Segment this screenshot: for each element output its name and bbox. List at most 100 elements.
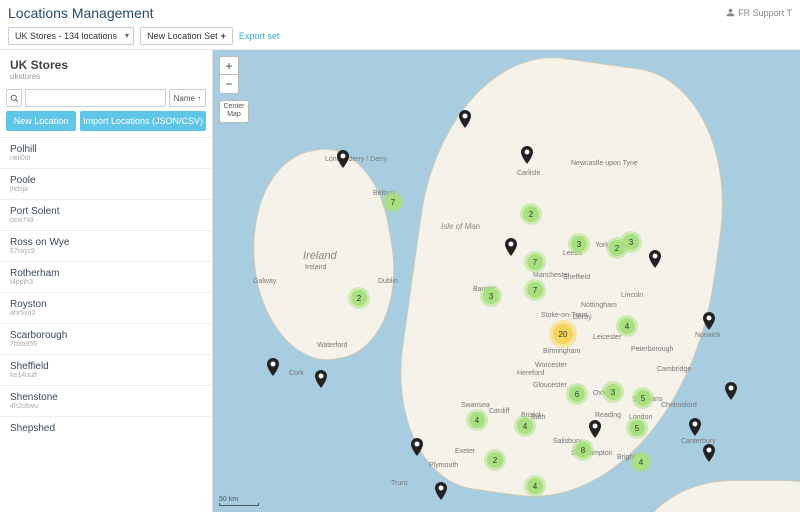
list-item[interactable]: Polhillneli0dr — [0, 137, 212, 168]
sidebar-header: UK Stores ukstores — [0, 50, 212, 85]
map-label: Cardiff — [489, 408, 510, 415]
arrow-up-icon: ↑ — [197, 94, 201, 103]
map-pin[interactable] — [703, 444, 715, 462]
map-pin[interactable] — [315, 370, 327, 388]
map-cluster[interactable]: 20 — [553, 324, 573, 344]
map-cluster[interactable]: 6 — [569, 386, 585, 402]
map-cluster[interactable]: 3 — [483, 288, 499, 304]
map-cluster[interactable]: 3 — [605, 384, 621, 400]
location-name: Polhill — [10, 144, 202, 155]
map-cluster[interactable]: 4 — [469, 412, 485, 428]
map-label: Londonderry / Derry — [325, 156, 387, 163]
set-title: UK Stores — [10, 58, 202, 72]
list-item[interactable]: Rotherhamt4ppih3 — [0, 261, 212, 292]
map-pin[interactable] — [505, 238, 517, 256]
map-label: Plymouth — [429, 462, 458, 469]
map-cluster[interactable]: 8 — [575, 442, 591, 458]
location-name: Rotherham — [10, 268, 202, 279]
location-set-dropdown[interactable]: UK Stores - 134 locations — [8, 27, 134, 45]
user-badge[interactable]: FR Support T — [726, 8, 792, 19]
map-label: Carlisle — [517, 170, 540, 177]
map-pin[interactable] — [267, 358, 279, 376]
map-cluster[interactable]: 4 — [619, 318, 635, 334]
list-item[interactable]: Shenstone4h2c6wu — [0, 385, 212, 416]
map-pin[interactable] — [435, 482, 447, 500]
map-label: Dublin — [378, 278, 398, 285]
map-label: Lincoln — [621, 292, 643, 299]
export-set-link[interactable]: Export set — [239, 31, 280, 41]
location-id: t4ppih3 — [10, 279, 202, 286]
map-label: Ireland — [305, 264, 326, 271]
list-item[interactable]: Poolejtidsja — [0, 168, 212, 199]
map-pin[interactable] — [411, 438, 423, 456]
new-location-button[interactable]: New Location — [6, 111, 76, 131]
location-id: ahr5xn0 — [10, 310, 202, 317]
map-pin[interactable] — [521, 146, 533, 164]
map-pin[interactable] — [689, 418, 701, 436]
map-pin[interactable] — [459, 110, 471, 128]
map-cluster[interactable]: 3 — [571, 236, 587, 252]
map-cluster[interactable]: 5 — [629, 420, 645, 436]
page-title: Locations Management — [8, 5, 154, 21]
search-bar: Name ↑ — [0, 85, 212, 111]
list-item[interactable]: Roystonahr5xn0 — [0, 292, 212, 323]
map-pin[interactable] — [725, 382, 737, 400]
list-item[interactable]: Ross on Wye57rayc9 — [0, 230, 212, 261]
location-id: jtidsja — [10, 186, 202, 193]
map-pin[interactable] — [649, 250, 661, 268]
location-id: 7bxb955 — [10, 341, 202, 348]
map-cluster[interactable]: 2 — [487, 452, 503, 468]
map-cluster[interactable]: 4 — [517, 418, 533, 434]
map-cluster[interactable]: 4 — [527, 478, 543, 494]
map[interactable]: Ireland Ireland Dublin Isle of Man Manch… — [213, 50, 800, 512]
location-id: 57rayc9 — [10, 248, 202, 255]
map-pin[interactable] — [589, 420, 601, 438]
map-cluster[interactable]: 5 — [635, 390, 651, 406]
map-cluster[interactable]: 4 — [633, 454, 649, 470]
location-name: Shenstone — [10, 392, 202, 403]
map-pin[interactable] — [337, 150, 349, 168]
map-cluster[interactable]: 7 — [527, 254, 543, 270]
zoom-out-button[interactable]: − — [220, 75, 238, 93]
map-label: Hereford — [517, 370, 544, 377]
location-list[interactable]: Polhillneli0drPoolejtidsjaPort Solentocx… — [0, 137, 212, 512]
landmass-france — [633, 480, 800, 512]
zoom-in-button[interactable]: + — [220, 57, 238, 75]
page-header: Locations Management FR Support T — [0, 0, 800, 22]
map-cluster[interactable]: 7 — [385, 194, 401, 210]
map-label: Galway — [253, 278, 276, 285]
import-locations-button[interactable]: Import Locations (JSON/CSV) — [80, 111, 206, 131]
search-input[interactable] — [25, 89, 166, 107]
map-label: Gloucester — [533, 382, 567, 389]
sort-button[interactable]: Name ↑ — [169, 89, 206, 107]
map-label: Truro — [391, 480, 407, 487]
map-label: Swansea — [461, 402, 490, 409]
main: UK Stores ukstores Name ↑ New Location I… — [0, 50, 800, 512]
map-cluster[interactable]: 2 — [523, 206, 539, 222]
list-item[interactable]: Sheffieldke14uu8 — [0, 354, 212, 385]
map-label: Peterborough — [631, 346, 673, 353]
list-item[interactable]: Shepshed — [0, 416, 212, 440]
user-icon — [726, 8, 735, 19]
location-id: ocxi7s9 — [10, 217, 202, 224]
location-name: Scarborough — [10, 330, 202, 341]
zoom-control: + − — [219, 56, 239, 94]
map-cluster[interactable]: 7 — [527, 282, 543, 298]
map-cluster[interactable]: 3 — [623, 234, 639, 250]
center-map-button[interactable]: Center Map — [219, 100, 249, 123]
map-label: Newcastle upon Tyne — [571, 160, 638, 167]
map-label: Worcester — [535, 362, 567, 369]
location-name: Shepshed — [10, 423, 202, 434]
sidebar: UK Stores ukstores Name ↑ New Location I… — [0, 50, 213, 512]
new-location-set-button[interactable]: New Location Set + — [140, 27, 233, 45]
map-label: Bath — [531, 414, 545, 421]
map-label: Isle of Man — [441, 222, 480, 231]
list-item[interactable]: Port Solentocxi7s9 — [0, 199, 212, 230]
set-slug: ukstores — [10, 72, 202, 81]
map-cluster[interactable]: 2 — [351, 290, 367, 306]
plus-icon: + — [221, 31, 226, 41]
location-id: neli0dr — [10, 155, 202, 162]
map-pin[interactable] — [703, 312, 715, 330]
list-item[interactable]: Scarborough7bxb955 — [0, 323, 212, 354]
search-icon[interactable] — [6, 89, 22, 107]
